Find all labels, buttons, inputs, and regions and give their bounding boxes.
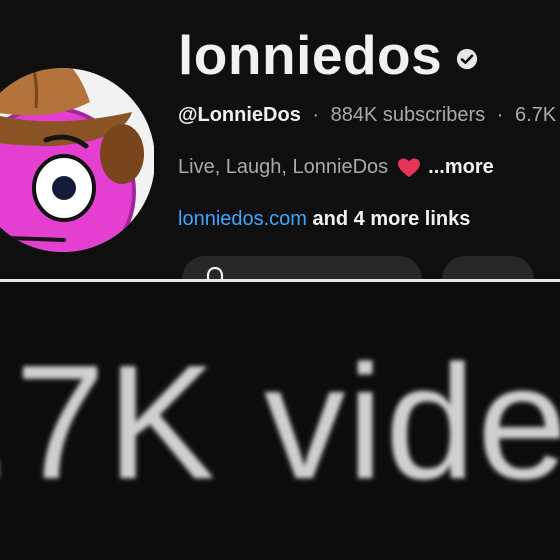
description-text: Live, Laugh, LonnieDos: [178, 156, 389, 178]
channel-header: lonniedos @LonnieDos · 884K subscribers …: [0, 0, 560, 279]
channel-meta: @LonnieDos · 884K subscribers · 6.7K: [178, 104, 556, 127]
more-button[interactable]: ...more: [428, 156, 494, 179]
zoomed-crop: .7K video: [0, 282, 560, 560]
channel-links: lonniedos.com and 4 more links: [178, 208, 470, 231]
channel-description[interactable]: Live, Laugh, LonnieDos ...more: [178, 156, 494, 179]
website-link[interactable]: lonniedos.com: [178, 208, 307, 230]
bell-icon: [206, 266, 224, 279]
subscribed-button[interactable]: [182, 256, 422, 279]
video-count: 6.7K: [514, 104, 557, 126]
meta-separator: ·: [312, 104, 320, 126]
meta-separator: ·: [496, 104, 504, 126]
subscriber-count: 884K subscribers: [330, 104, 486, 126]
verified-check-icon: [457, 48, 478, 70]
channel-avatar[interactable]: [0, 42, 154, 278]
zoomed-video-count: .7K video: [0, 332, 560, 513]
channel-name-text: lonniedos: [178, 24, 443, 86]
channel-handle: @LonnieDos: [178, 104, 301, 126]
more-links-button[interactable]: and 4 more links: [313, 208, 471, 230]
channel-name: lonniedos: [178, 26, 478, 84]
heart-emoji-icon: [398, 157, 421, 177]
join-button[interactable]: [442, 256, 534, 279]
